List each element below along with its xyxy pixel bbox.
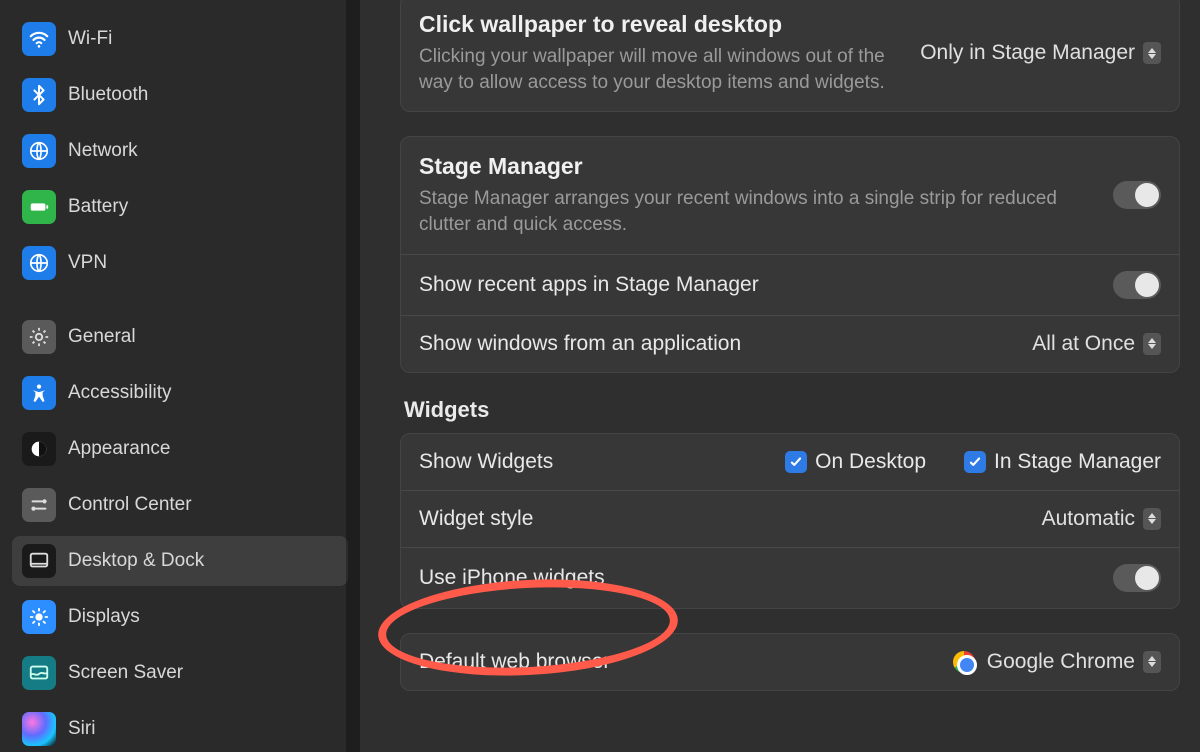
appearance-icon: [22, 432, 56, 466]
sidebar-item-label: Displays: [68, 606, 338, 628]
settings-content: Click wallpaper to reveal desktop Clicki…: [360, 0, 1200, 752]
chevron-updown-icon: [1143, 42, 1161, 64]
in-stage-manager-checkbox[interactable]: In Stage Manager: [964, 450, 1161, 474]
click-wallpaper-desc: Clicking your wallpaper will move all wi…: [419, 44, 900, 95]
sidebar-item-vpn[interactable]: VPN: [12, 238, 348, 288]
on-desktop-checkbox[interactable]: On Desktop: [785, 450, 926, 474]
on-desktop-label: On Desktop: [815, 450, 926, 474]
sidebar-item-network[interactable]: Network: [12, 126, 348, 176]
chevron-updown-icon: [1143, 651, 1161, 673]
wifi-icon: [22, 22, 56, 56]
checkbox-checked-icon: [964, 451, 986, 473]
chrome-icon: [953, 651, 975, 673]
show-windows-select[interactable]: All at Once: [1032, 332, 1161, 356]
panel-click-wallpaper: Click wallpaper to reveal desktop Clicki…: [400, 0, 1180, 112]
control-center-icon: [22, 488, 56, 522]
accessibility-icon: [22, 376, 56, 410]
siri-icon: [22, 712, 56, 746]
sidebar-item-label: VPN: [68, 252, 338, 274]
sidebar-item-label: Accessibility: [68, 382, 338, 404]
stage-manager-title: Stage Manager: [419, 153, 1093, 180]
panel-default-browser: Default web browser Google Chrome: [400, 633, 1180, 691]
displays-icon: [22, 600, 56, 634]
sidebar-item-label: Bluetooth: [68, 84, 338, 106]
panel-stage-manager: Stage Manager Stage Manager arranges you…: [400, 136, 1180, 372]
in-stage-manager-label: In Stage Manager: [994, 450, 1161, 474]
sidebar-item-label: Screen Saver: [68, 662, 338, 684]
sidebar-item-battery[interactable]: Battery: [12, 182, 348, 232]
click-wallpaper-select[interactable]: Only in Stage Manager: [920, 41, 1161, 65]
show-windows-value: All at Once: [1032, 332, 1135, 356]
vpn-icon: [22, 246, 56, 280]
widget-style-select[interactable]: Automatic: [1042, 507, 1161, 531]
checkbox-checked-icon: [785, 451, 807, 473]
sidebar-item-label: General: [68, 326, 338, 348]
panel-widgets: Show Widgets On Desktop In Stage Manager…: [400, 433, 1180, 609]
sidebar-item-siri[interactable]: Siri: [12, 704, 348, 752]
sidebar-item-label: Appearance: [68, 438, 338, 460]
sidebar-item-general[interactable]: General: [12, 312, 348, 362]
network-icon: [22, 134, 56, 168]
sidebar-item-label: Siri: [68, 718, 338, 740]
stage-manager-desc: Stage Manager arranges your recent windo…: [419, 186, 1093, 237]
default-browser-value: Google Chrome: [987, 650, 1135, 674]
sidebar-item-bluetooth[interactable]: Bluetooth: [12, 70, 348, 120]
sidebar-item-label: Desktop & Dock: [68, 550, 338, 572]
use-iphone-widgets-toggle[interactable]: [1113, 564, 1161, 592]
stage-manager-toggle[interactable]: [1113, 181, 1161, 209]
gear-icon: [22, 320, 56, 354]
bluetooth-icon: [22, 78, 56, 112]
sidebar-item-accessibility[interactable]: Accessibility: [12, 368, 348, 418]
recent-apps-toggle[interactable]: [1113, 271, 1161, 299]
default-browser-label: Default web browser: [419, 650, 933, 674]
click-wallpaper-value: Only in Stage Manager: [920, 41, 1135, 65]
show-widgets-label: Show Widgets: [419, 450, 747, 474]
sidebar-item-label: Battery: [68, 196, 338, 218]
battery-icon: [22, 190, 56, 224]
widget-style-value: Automatic: [1042, 507, 1135, 531]
sidebar-item-appearance[interactable]: Appearance: [12, 424, 348, 474]
chevron-updown-icon: [1143, 508, 1161, 530]
sidebar: Wi-Fi Bluetooth Network Battery VPN Gene…: [0, 0, 360, 752]
default-browser-select[interactable]: Google Chrome: [953, 650, 1161, 674]
desktop-dock-icon: [22, 544, 56, 578]
widgets-heading: Widgets: [404, 397, 1176, 423]
sidebar-item-desktop-dock[interactable]: Desktop & Dock: [12, 536, 348, 586]
sidebar-item-label: Wi-Fi: [68, 28, 338, 50]
sidebar-item-label: Control Center: [68, 494, 338, 516]
use-iphone-widgets-label: Use iPhone widgets: [419, 566, 1093, 590]
screen-saver-icon: [22, 656, 56, 690]
recent-apps-label: Show recent apps in Stage Manager: [419, 273, 1093, 297]
show-windows-label: Show windows from an application: [419, 332, 1012, 356]
click-wallpaper-title: Click wallpaper to reveal desktop: [419, 11, 900, 38]
widget-style-label: Widget style: [419, 507, 1022, 531]
sidebar-item-label: Network: [68, 140, 338, 162]
sidebar-item-wifi[interactable]: Wi-Fi: [12, 14, 348, 64]
sidebar-item-screen-saver[interactable]: Screen Saver: [12, 648, 348, 698]
chevron-updown-icon: [1143, 333, 1161, 355]
sidebar-item-displays[interactable]: Displays: [12, 592, 348, 642]
sidebar-item-control-center[interactable]: Control Center: [12, 480, 348, 530]
